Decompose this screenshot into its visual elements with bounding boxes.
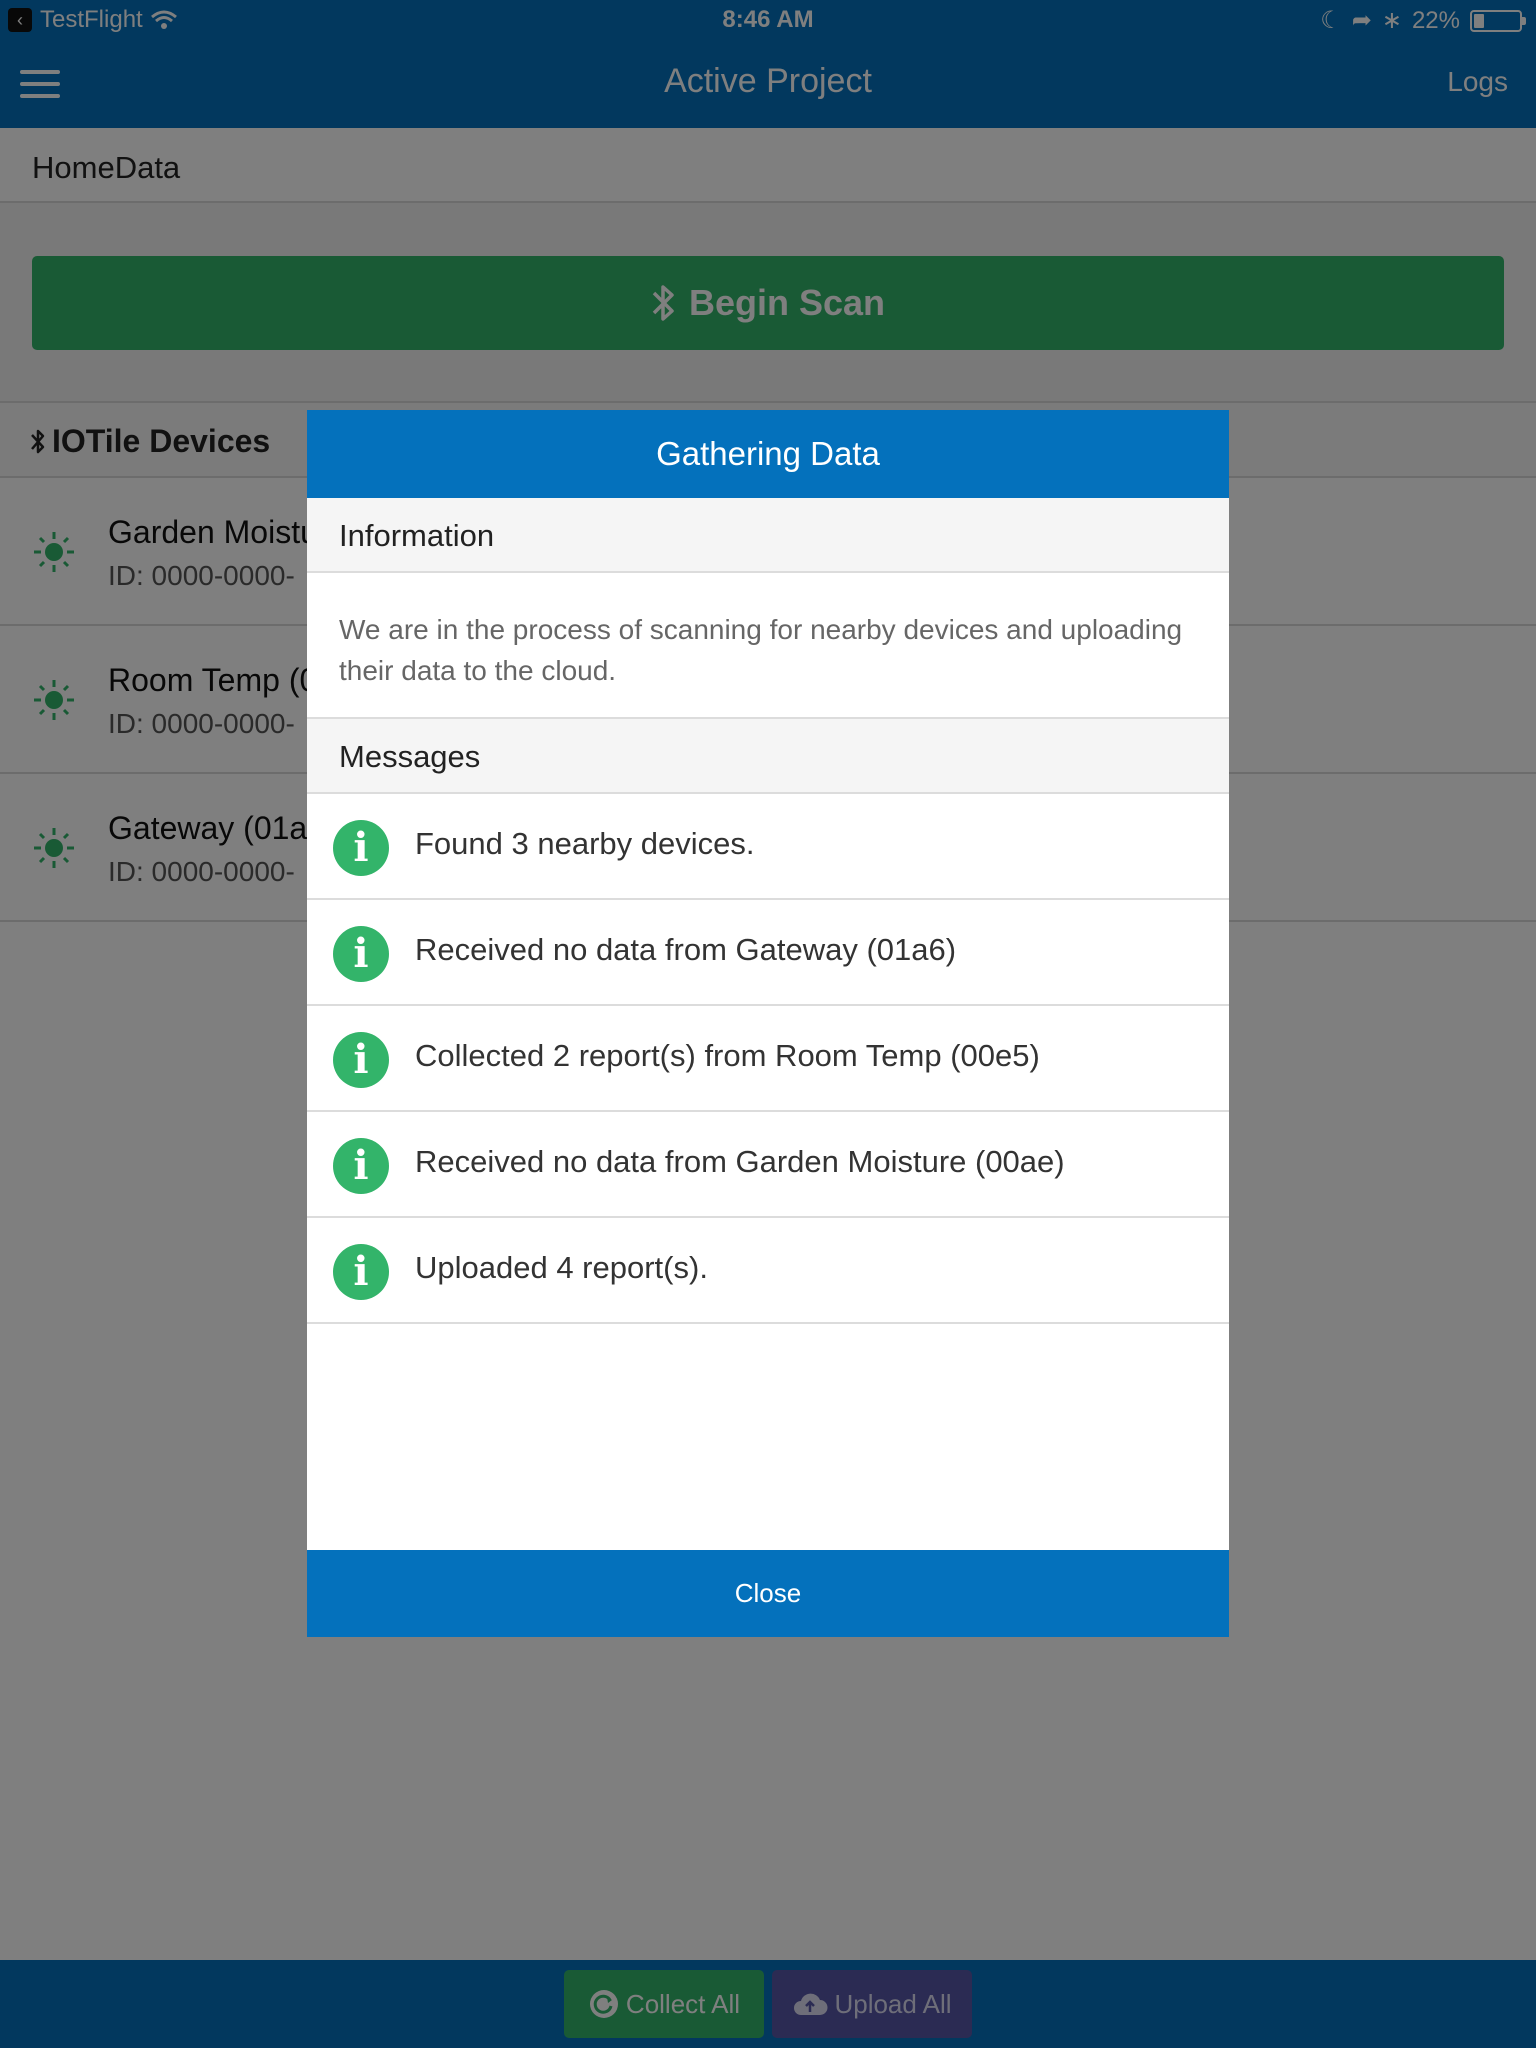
information-section-title: Information: [307, 498, 1229, 573]
messages-section-title: Messages: [307, 719, 1229, 794]
message-row: i Received no data from Garden Moisture …: [307, 1112, 1229, 1218]
close-button[interactable]: Close: [307, 1550, 1229, 1637]
gathering-data-modal: Gathering Data Information We are in the…: [307, 410, 1229, 1637]
info-icon: i: [333, 1138, 389, 1194]
message-row: i Found 3 nearby devices.: [307, 794, 1229, 900]
info-icon: i: [333, 820, 389, 876]
modal-title: Gathering Data: [307, 410, 1229, 498]
message-row: i Received no data from Gateway (01a6): [307, 900, 1229, 1006]
message-text: Uploaded 4 report(s).: [415, 1250, 708, 1285]
message-text: Received no data from Garden Moisture (0…: [415, 1144, 1065, 1179]
info-icon: i: [333, 1244, 389, 1300]
information-text: We are in the process of scanning for ne…: [307, 573, 1229, 719]
message-row: i Uploaded 4 report(s).: [307, 1218, 1229, 1324]
message-text: Found 3 nearby devices.: [415, 826, 755, 861]
message-row: i Collected 2 report(s) from Room Temp (…: [307, 1006, 1229, 1112]
info-icon: i: [333, 926, 389, 982]
message-text: Collected 2 report(s) from Room Temp (00…: [415, 1038, 1040, 1073]
message-text: Received no data from Gateway (01a6): [415, 932, 957, 967]
info-icon: i: [333, 1032, 389, 1088]
